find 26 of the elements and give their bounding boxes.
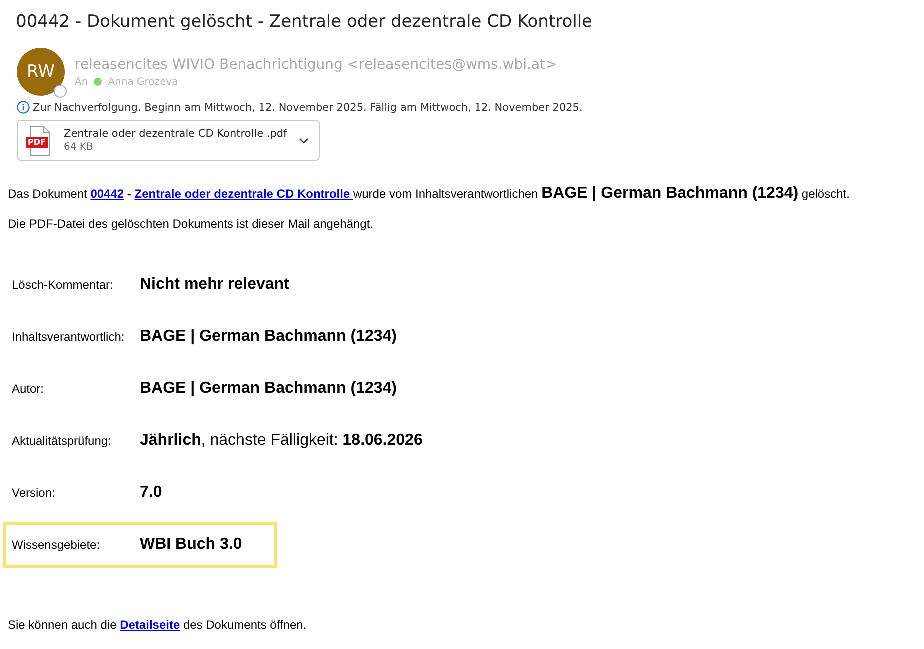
field-value: Jährlich, nächste Fälligkeit: 18.06.2026: [140, 432, 424, 450]
field-label: Inhaltsverantwortlich:: [12, 330, 126, 344]
detail-page-note: Sie können auch die Detailseite des Dokuments öffnen.: [8, 618, 308, 632]
document-link[interactable]: Detailseite: [120, 618, 180, 632]
field-label: Lösch-Kommentar:: [12, 278, 114, 292]
field-value: BAGE | German Bachmann (1234): [140, 328, 398, 346]
field-label: Aktualitätsprüfung:: [12, 434, 112, 448]
attachment-note: Die PDF-Datei des gelöschten Dokuments ist dieser Mail angehängt.: [8, 217, 375, 231]
attachment-name: Zentrale oder dezentrale CD Kontrolle .pdf: [64, 128, 288, 140]
field-value: BAGE | German Bachmann (1234): [140, 380, 398, 398]
attachment-size: 64 KB: [64, 142, 94, 153]
follow-up-info: Zur Nachverfolgung. Beginn am Mittwoch, 12. November 2025. Fällig am Mittwoch, 12. November 2025.: [33, 102, 583, 114]
field-label: Autor:: [12, 382, 46, 396]
document-link[interactable]: 00442: [90, 187, 124, 201]
sender-avatar: RW: [17, 48, 65, 96]
field-value: Nicht mehr relevant: [140, 276, 290, 294]
field-label: Version:: [12, 486, 56, 500]
document-link[interactable]: Zentrale oder dezentrale CD Kontrolle: [134, 187, 354, 201]
to-label: An: [75, 76, 88, 88]
email-subject: 00442 - Dokument gelöscht - Zentrale oder dezentrale CD Kontrolle: [15, 12, 594, 32]
deletion-message: Das Dokument 00442 - Zentrale oder dezentrale CD Kontrolle wurde vom Inhaltsverantwortlichen BAGE | German Bachmann (1234) gelöscht.: [8, 185, 851, 203]
field-value: WBI Buch 3.0: [140, 536, 244, 554]
field-label: Wissensgebiete:: [12, 538, 102, 552]
attachment-card[interactable]: PDF Zentrale oder dezentrale CD Kontrolle .pdf 64 KB: [17, 120, 320, 161]
pdf-badge: PDF: [26, 136, 48, 148]
field-value: 7.0: [140, 484, 164, 502]
